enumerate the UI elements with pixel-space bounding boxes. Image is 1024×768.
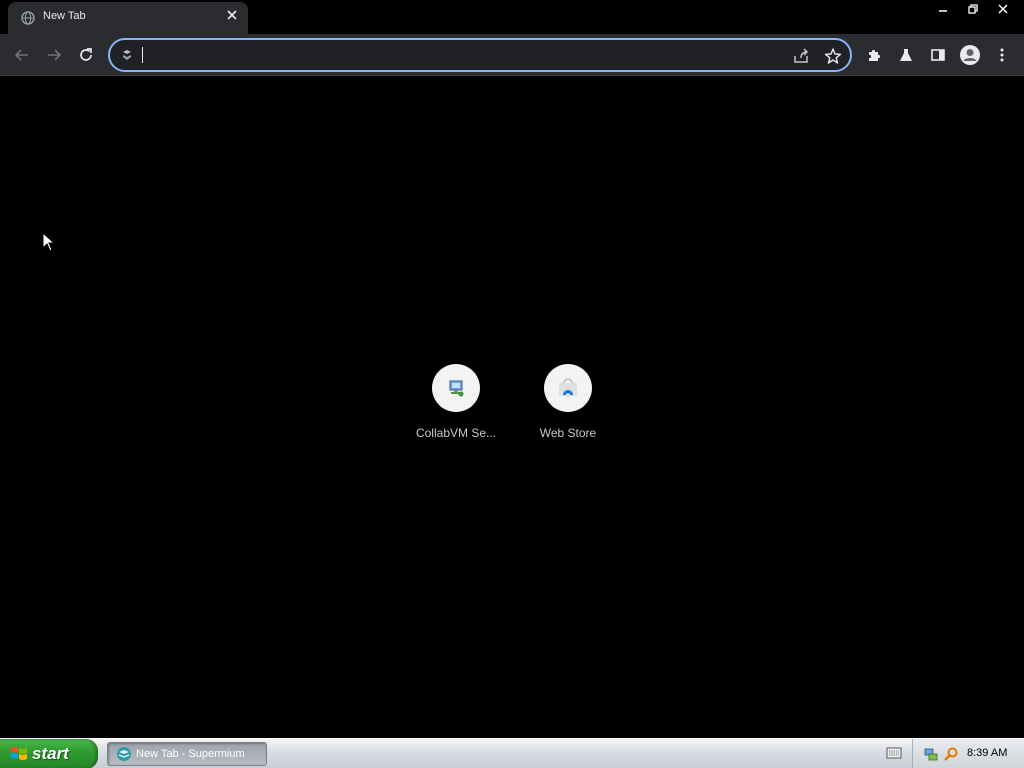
tab-title: New Tab xyxy=(43,10,86,22)
start-button[interactable]: start xyxy=(0,739,98,768)
tab-new-tab[interactable]: New Tab xyxy=(8,2,248,34)
shortcut-label: CollabVM Se... xyxy=(415,426,497,440)
minimize-icon xyxy=(939,10,947,12)
back-button[interactable] xyxy=(10,43,34,67)
new-tab-page: CollabVM Se... Web Store xyxy=(0,77,1024,737)
reload-icon xyxy=(80,48,92,61)
restore-button[interactable] xyxy=(960,0,986,18)
restore-icon xyxy=(968,4,978,14)
address-bar[interactable] xyxy=(108,38,852,72)
text-caret xyxy=(142,47,143,63)
profile-button[interactable] xyxy=(958,43,982,67)
supermium-icon xyxy=(117,747,131,761)
page-info-icon xyxy=(123,50,131,60)
menu-button[interactable] xyxy=(990,43,1014,67)
keyboard-icon[interactable] xyxy=(886,746,902,760)
side-panel-icon xyxy=(931,49,945,61)
taskbar-item-label: New Tab - Supermium xyxy=(136,748,245,760)
minimize-button[interactable] xyxy=(930,0,956,18)
flask-icon xyxy=(900,49,912,61)
shortcut-icon-circle xyxy=(544,364,592,412)
forward-button[interactable] xyxy=(42,43,66,67)
network-icon[interactable] xyxy=(923,746,939,762)
taskbar-item-browser[interactable]: New Tab - Supermium xyxy=(107,742,267,766)
arrow-right-icon xyxy=(48,49,62,61)
web-store-icon xyxy=(559,378,577,397)
window-controls xyxy=(926,0,1024,20)
arrow-left-icon xyxy=(14,49,28,61)
shortcut-label: Web Store xyxy=(539,426,597,440)
close-window-button[interactable] xyxy=(990,0,1016,18)
shortcut-icon-circle xyxy=(432,364,480,412)
tab-close-button[interactable] xyxy=(224,9,240,25)
computer-network-icon xyxy=(449,380,464,397)
shortcut-collabvm[interactable]: CollabVM Se... xyxy=(400,364,512,454)
windows-logo-icon xyxy=(11,747,27,760)
system-tray: 8:39 AM xyxy=(912,739,1024,768)
search-icon[interactable] xyxy=(943,746,959,762)
reload-button[interactable] xyxy=(74,43,98,67)
address-input[interactable] xyxy=(140,45,760,65)
labs-button[interactable] xyxy=(894,43,918,67)
start-label: start xyxy=(32,744,69,763)
browser-toolbar xyxy=(0,34,1024,76)
side-panel-button[interactable] xyxy=(926,43,950,67)
clock: 8:39 AM xyxy=(967,747,1008,759)
close-icon xyxy=(998,4,1008,14)
share-icon[interactable] xyxy=(792,47,810,65)
more-vert-icon xyxy=(1000,48,1004,62)
avatar-icon xyxy=(960,45,980,65)
globe-icon xyxy=(21,11,35,25)
puzzle-icon xyxy=(869,49,881,61)
bookmark-star-icon[interactable] xyxy=(824,47,842,65)
extensions-button[interactable] xyxy=(862,43,886,67)
close-icon xyxy=(227,10,237,20)
mouse-cursor-icon xyxy=(42,232,56,252)
taskbar: start New Tab - Supermium 8:39 AM xyxy=(0,738,1024,768)
shortcut-web-store[interactable]: Web Store xyxy=(512,364,624,454)
tab-strip: New Tab xyxy=(0,0,1024,34)
